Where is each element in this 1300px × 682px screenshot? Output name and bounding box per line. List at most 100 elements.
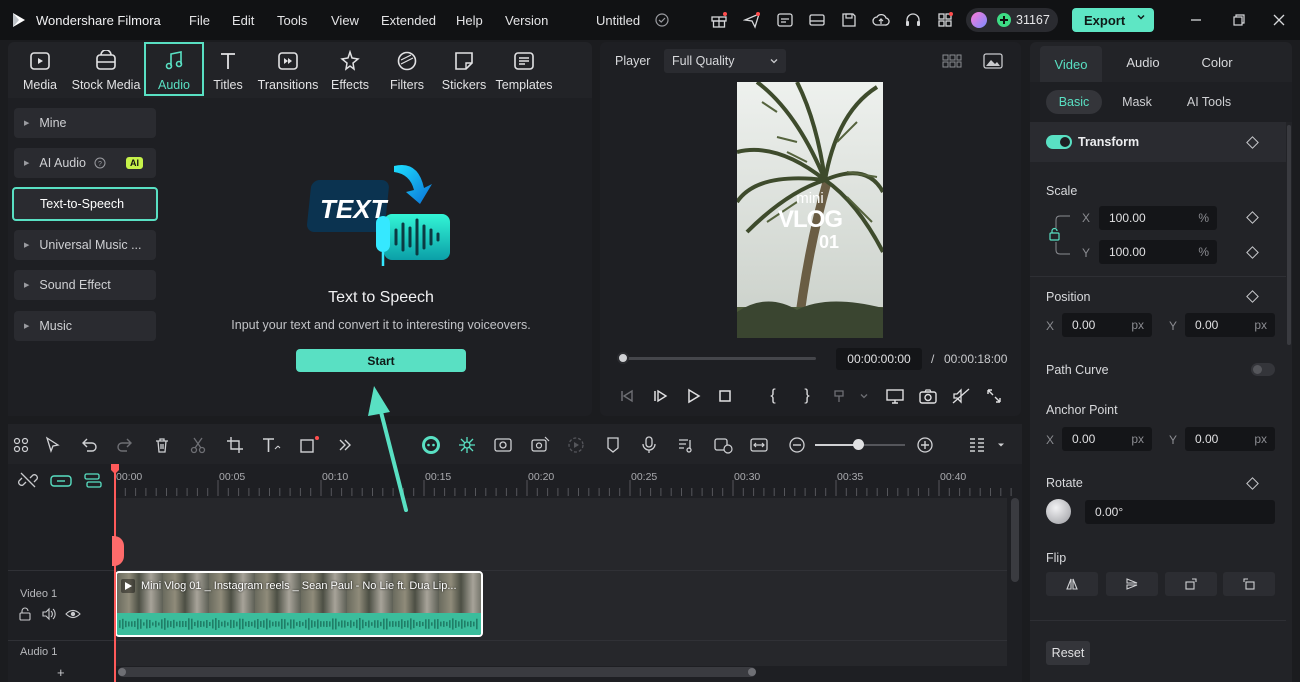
mark-out-icon[interactable]: } — [796, 385, 818, 407]
audio-tts-icon[interactable] — [675, 434, 697, 456]
timeline-ruler[interactable] — [114, 466, 1020, 496]
playhead[interactable] — [114, 466, 116, 682]
track-lock-icon[interactable] — [18, 607, 32, 621]
tab-templates[interactable]: Templates — [494, 44, 554, 98]
send-icon[interactable] — [741, 9, 763, 31]
rotate-left-button[interactable] — [1223, 572, 1275, 596]
mark-in-icon[interactable]: { — [762, 385, 784, 407]
unlink-icon[interactable] — [18, 470, 38, 490]
menu-view[interactable]: View — [331, 13, 359, 28]
current-time[interactable]: 00:00:00:00 — [836, 348, 922, 370]
restore-icon[interactable] — [1228, 9, 1250, 31]
camera-icon[interactable] — [917, 385, 939, 407]
flip-vertical-button[interactable] — [1106, 572, 1158, 596]
track-layout-icon[interactable] — [966, 434, 988, 456]
scale-y-input[interactable]: 100.00% — [1099, 240, 1217, 264]
transform-toggle[interactable] — [1046, 135, 1072, 149]
headset-icon[interactable] — [902, 9, 924, 31]
sidebar-item-mine[interactable]: ▶ Mine — [14, 108, 156, 138]
credits-badge[interactable]: 31167 — [966, 8, 1058, 32]
scrollbar-left-handle[interactable] — [118, 668, 126, 676]
anchor-x-input[interactable]: 0.00 px — [1062, 427, 1152, 451]
layout-grid-icon[interactable] — [10, 434, 32, 456]
menu-tools[interactable]: Tools — [277, 13, 307, 28]
video-clip[interactable]: Mini Vlog 01 _ Instagram reels _ Sean Pa… — [115, 571, 483, 637]
scrubber-handle[interactable] — [617, 352, 629, 364]
tab-titles[interactable]: Titles — [198, 44, 258, 98]
stop-icon[interactable] — [714, 385, 736, 407]
insert-clip-icon[interactable] — [830, 385, 852, 407]
shape-tool-icon[interactable] — [298, 434, 320, 456]
add-track-button[interactable]: + — [57, 665, 65, 680]
smart-cutout-icon[interactable] — [529, 434, 551, 456]
properties-scrollbar[interactable] — [1287, 125, 1291, 345]
prev-frame-icon[interactable] — [616, 385, 638, 407]
menu-file[interactable]: File — [189, 13, 210, 28]
scale-x-input[interactable]: 100.00% — [1099, 206, 1217, 230]
tab-media[interactable]: Media — [10, 44, 70, 98]
display-icon[interactable] — [884, 385, 906, 407]
fullscreen-icon[interactable] — [983, 385, 1005, 407]
menu-help[interactable]: Help — [456, 13, 483, 28]
ai-copilot-icon[interactable] — [419, 434, 443, 456]
delete-icon[interactable] — [151, 434, 173, 456]
lock-ratio-icon[interactable] — [1046, 214, 1074, 256]
subtab-ai-tools[interactable]: AI Tools — [1180, 95, 1238, 109]
speed-ramp-icon[interactable] — [712, 434, 734, 456]
auto-highlight-icon[interactable] — [456, 434, 478, 456]
track-volume-icon[interactable] — [41, 607, 57, 621]
chevron-down-icon[interactable] — [853, 385, 875, 407]
next-frame-icon[interactable] — [649, 385, 671, 407]
track-manager-icon[interactable] — [83, 472, 103, 490]
tab-transitions[interactable]: Transitions — [258, 44, 318, 98]
rotate-right-button[interactable] — [1165, 572, 1217, 596]
more-tools-icon[interactable] — [334, 434, 356, 456]
position-x-input[interactable]: 0.00 px — [1062, 313, 1152, 337]
path-curve-toggle[interactable] — [1251, 363, 1275, 376]
text-tool-icon[interactable] — [260, 434, 282, 456]
timeline-horizontal-scrollbar[interactable] — [118, 667, 756, 677]
layout-icon[interactable] — [806, 9, 828, 31]
cloud-upload-icon[interactable] — [870, 9, 892, 31]
export-button[interactable]: Export — [1072, 8, 1154, 32]
save-icon[interactable] — [838, 9, 860, 31]
tab-audio[interactable]: Audio — [144, 42, 204, 96]
menu-extended[interactable]: Extended — [381, 13, 436, 28]
zoom-out-icon[interactable] — [786, 434, 808, 456]
subtab-mask[interactable]: Mask — [1112, 95, 1162, 109]
tab-stickers[interactable]: Stickers — [434, 44, 494, 98]
track-visibility-icon[interactable] — [65, 607, 81, 621]
undo-icon[interactable] — [78, 434, 100, 456]
sidebar-item-ai-audio[interactable]: ▶ AI Audio ? AI — [14, 148, 156, 178]
subtab-basic[interactable]: Basic — [1046, 90, 1102, 114]
fit-width-icon[interactable] — [748, 434, 770, 456]
apps-grid-icon[interactable] — [934, 9, 956, 31]
prop-tab-color[interactable]: Color — [1186, 55, 1248, 70]
tab-filters[interactable]: Filters — [377, 44, 437, 98]
timeline-vertical-scrollbar[interactable] — [1011, 498, 1019, 582]
sidebar-item-text-to-speech[interactable]: Text-to-Speech — [12, 187, 158, 221]
flip-horizontal-button[interactable] — [1046, 572, 1098, 596]
start-button[interactable]: Start — [296, 349, 466, 372]
sidebar-item-universal-music[interactable]: ▶ Universal Music ... — [14, 230, 156, 260]
zoom-in-icon[interactable] — [914, 434, 936, 456]
play-icon[interactable] — [682, 385, 704, 407]
zoom-slider-handle[interactable] — [853, 439, 864, 450]
prop-tab-video[interactable]: Video — [1040, 46, 1102, 82]
playback-scrubber[interactable] — [622, 357, 816, 360]
marker-icon[interactable] — [602, 434, 624, 456]
tab-stock-media[interactable]: Stock Media — [70, 44, 142, 98]
sidebar-item-music[interactable]: ▶ Music — [14, 311, 156, 341]
cut-icon[interactable] — [187, 434, 209, 456]
rotate-dial[interactable] — [1046, 499, 1071, 524]
feedback-icon[interactable] — [774, 9, 796, 31]
sidebar-item-sound-effect[interactable]: ▶ Sound Effect — [14, 270, 156, 300]
motion-track-icon[interactable] — [492, 434, 514, 456]
reset-button[interactable]: Reset — [1046, 641, 1090, 665]
anchor-y-input[interactable]: 0.00 px — [1185, 427, 1275, 451]
menu-version[interactable]: Version — [505, 13, 548, 28]
position-y-input[interactable]: 0.00 px — [1185, 313, 1275, 337]
snapshot-image-icon[interactable] — [982, 50, 1004, 72]
render-preview-icon[interactable] — [565, 434, 587, 456]
gift-icon[interactable] — [708, 9, 730, 31]
